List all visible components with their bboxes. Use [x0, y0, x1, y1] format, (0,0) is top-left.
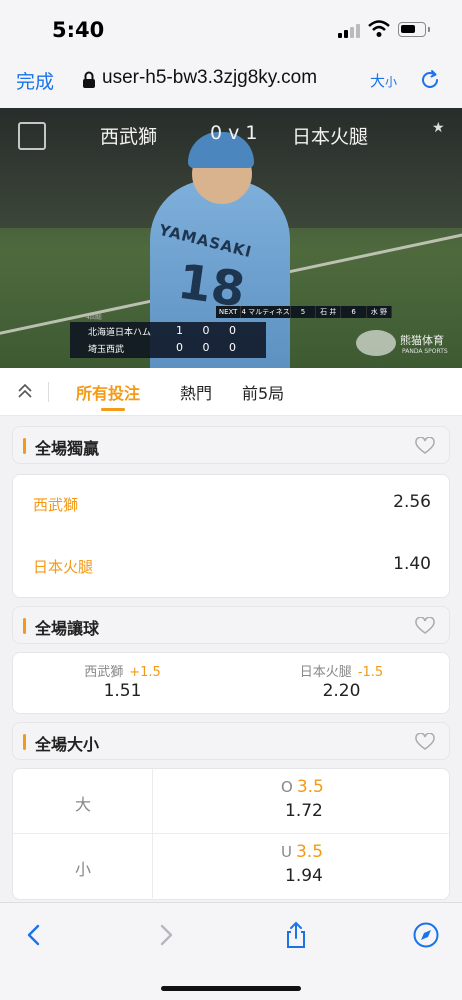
- handicap-option[interactable]: 西武獅 +1.5 1.51: [13, 653, 232, 713]
- url-text[interactable]: user-h5-bw3.3zjg8ky.com: [102, 67, 317, 89]
- scoreboard-row: 埼玉西武 0 0 0: [88, 341, 244, 355]
- broadcaster-sub: PANDA SPORTS: [402, 348, 448, 355]
- handicap-option[interactable]: 日本火腿 -1.5 2.20: [232, 653, 451, 713]
- broadcaster-name: 熊猫体育: [400, 334, 444, 347]
- tab-all-bets[interactable]: 所有投注: [76, 380, 140, 404]
- odds-value: 2.56: [393, 492, 431, 512]
- market-tabs: 所有投注 熱門 前5局: [0, 368, 462, 416]
- totals-side: 小: [75, 860, 92, 879]
- reload-icon[interactable]: [418, 68, 442, 92]
- collapse-icon[interactable]: [16, 382, 34, 400]
- share-icon[interactable]: [282, 921, 310, 949]
- video-team-away: 日本火腿: [292, 126, 369, 148]
- browser-url-bar: 完成 user-h5-bw3.3zjg8ky.com 大小: [0, 56, 462, 108]
- section-moneyline-header[interactable]: 全場獨贏: [12, 426, 450, 464]
- video-team-home: 西武獅: [100, 126, 158, 148]
- scoreboard-row: 北海道日本ハム 1 0 0: [88, 324, 244, 338]
- handicap-card: 西武獅 +1.5 1.51 日本火腿 -1.5 2.20: [12, 652, 450, 714]
- forward-icon[interactable]: [152, 921, 180, 949]
- heart-icon[interactable]: [415, 733, 435, 751]
- odds-row[interactable]: 西武獅 2.56: [13, 477, 451, 533]
- status-bar: 5:40: [0, 0, 462, 56]
- totals-line: U 3.5: [281, 842, 324, 862]
- totals-row[interactable]: 大 O 3.5 1.72: [13, 769, 449, 833]
- back-icon[interactable]: [20, 921, 48, 949]
- section-title: 全場大小: [35, 735, 100, 754]
- totals-line: O 3.5: [281, 777, 324, 797]
- team-name: 西武獅: [33, 496, 79, 514]
- odds-row[interactable]: 日本火腿 1.40: [13, 539, 451, 595]
- totals-card: 大 O 3.5 1.72 小 U 3.5 1.94: [12, 768, 450, 900]
- odds-value: 1.94: [285, 866, 323, 886]
- totals-side: 大: [75, 795, 92, 814]
- tv-scoreboard: 北海道日本ハム 1 0 0 埼玉西武 0 0 0: [70, 322, 266, 358]
- odds-value: 1.40: [393, 554, 431, 574]
- compass-icon[interactable]: [412, 921, 440, 949]
- active-tab-indicator: [101, 408, 125, 411]
- lock-icon: [83, 71, 95, 88]
- done-button[interactable]: 完成: [16, 67, 54, 94]
- odds-value: 1.51: [103, 681, 142, 701]
- status-time: 5:40: [52, 18, 105, 42]
- odds-value: 2.20: [322, 681, 361, 701]
- section-totals-header[interactable]: 全場大小: [12, 722, 450, 760]
- moneyline-card: 西武獅 2.56 日本火腿 1.40: [12, 474, 450, 598]
- video-score: 0 v 1: [210, 122, 258, 144]
- video-back-icon[interactable]: [18, 122, 46, 150]
- tab-first-5-innings[interactable]: 前5局: [242, 380, 284, 404]
- section-title: 全場獨贏: [35, 439, 100, 458]
- heart-icon[interactable]: [415, 617, 435, 635]
- section-handicap-header[interactable]: 全場讓球: [12, 606, 450, 644]
- star-icon[interactable]: ★: [432, 120, 445, 136]
- scoreboard-header: 4回総: [86, 314, 102, 321]
- totals-row[interactable]: 小 U 3.5 1.94: [13, 834, 449, 898]
- heart-icon[interactable]: [415, 437, 435, 455]
- signal-icon: [338, 24, 362, 38]
- text-size-button[interactable]: 大小: [370, 70, 397, 91]
- team-name: 日本火腿: [33, 558, 94, 576]
- panda-logo-icon: [356, 330, 396, 356]
- odds-value: 1.72: [285, 801, 323, 821]
- section-title: 全場讓球: [35, 619, 100, 638]
- wifi-icon: [368, 20, 390, 37]
- next-batters-strip: NEXT 4 マルティネス 5 石 井 6 水 野: [216, 306, 392, 318]
- battery-icon: [398, 22, 426, 37]
- live-video[interactable]: YAMASAKI 18 西武獅 0 v 1 日本火腿 ★ NEXT 4 マルティ…: [0, 108, 462, 368]
- tab-popular[interactable]: 熱門: [180, 380, 212, 404]
- home-indicator: [161, 986, 301, 991]
